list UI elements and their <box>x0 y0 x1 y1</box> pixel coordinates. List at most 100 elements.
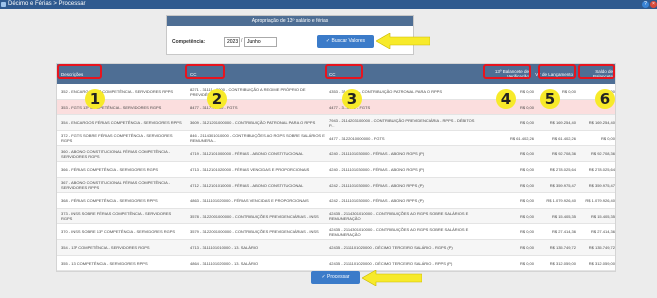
cell-descricao: 368 - FÉRIAS COMPETÊNCIA - SERVIDORES RP… <box>61 198 158 204</box>
cell-valor-lancamento: R$ 61.402,26 <box>551 135 576 141</box>
highlight-cc-credito <box>325 64 363 79</box>
cell-cc-credito: 4242 - 2111101030000 - FÉRIAS - ABONO RP… <box>329 198 424 204</box>
help-icon[interactable]: ? <box>642 1 649 8</box>
table-row[interactable]: 372 - FGTS SOBRE FÉRIAS COMPETÊNCIA - SE… <box>57 131 615 147</box>
cell-balancete-verificacao: R$ 0,00 <box>519 198 534 204</box>
cell-balancete-verificacao: R$ 0,00 <box>519 120 534 126</box>
cell-descricao: 370 - INSS SOBRE 13º COMPETÊNCIA - SERVI… <box>61 229 176 235</box>
cell-balancete-verificacao: R$ 0,00 <box>519 151 534 157</box>
cell-balancete-verificacao: R$ 0,00 <box>519 213 534 219</box>
table-row[interactable]: 367 - ABONO CONSTITUCIONAL FÉRIAS COMPET… <box>57 177 615 194</box>
cell-cc-credito: 42435 - 2111101020000 - DÉCIMO TERCEIRO … <box>329 244 453 250</box>
cell-valor-lancamento: R$ 27.414,36 <box>551 229 576 235</box>
annotation-arrow-buscar <box>376 33 430 49</box>
month-select[interactable]: Junho <box>244 37 277 47</box>
cell-valor-lancamento: R$ 1.079.926,40 <box>546 198 576 204</box>
apropriacao-table: Descrições CC CC 13º Balancete de Verifi… <box>56 63 616 273</box>
cell-saldo-balancete: R$ 27.414,36 <box>590 229 615 235</box>
table-row[interactable]: 354 - 13º COMPETÊNCIA - SERVIDORES RGPS … <box>57 239 615 256</box>
cell-saldo-balancete: R$ 1.079.926,40 <box>585 198 615 204</box>
cell-cc-credito: 4477 - 3122010000000 - FGTS <box>329 135 385 141</box>
cell-valor-lancamento: R$ 92.708,36 <box>551 151 576 157</box>
badge-5: 5 <box>540 89 560 109</box>
cell-valor-lancamento: R$ 135.749,72 <box>549 244 576 250</box>
cell-balancete-verificacao: R$ 61.402,26 <box>509 135 534 141</box>
cell-cc-credito: 4242 - 2111101030000 - FÉRIAS - ABONO RP… <box>329 182 424 188</box>
cell-saldo-balancete: R$ 135.749,72 <box>588 244 615 250</box>
table-row-selected[interactable]: 353 - FGTS 13º COMPETÊNCIA - SERVIDORES … <box>57 99 615 116</box>
window-title: Décimo e Férias > Processar <box>8 1 86 7</box>
table-row[interactable]: 355 - 13 COMPETÊNCIA - SERVIDORES RPPS 4… <box>57 256 615 272</box>
cell-descricao: 354 - ENCARGOS FÉRIAS COMPETÊNCIA - SERV… <box>61 120 182 126</box>
cell-balancete-verificacao: R$ 0,00 <box>519 229 534 235</box>
cell-cc-debito: 4864 - 3111101020000 - 13. SALÁRIO <box>190 260 259 266</box>
cell-balancete-verificacao: R$ 0,00 <box>519 260 534 266</box>
cell-cc-debito: 4712 - 3112101010000 - FÉRIAS - ABONO CO… <box>190 182 304 188</box>
highlight-descricoes <box>57 64 102 79</box>
cell-saldo-balancete: R$ 312.059,00 <box>588 260 615 266</box>
annotation-arrow-processar <box>362 270 422 286</box>
cell-cc-debito: 4713 - 3112101020000 - FÉRIAS VENCIDAS E… <box>190 166 310 172</box>
cell-descricao: 367 - ABONO CONSTITUCIONAL FÉRIAS COMPET… <box>61 180 170 191</box>
table-row[interactable]: 368 - FÉRIAS COMPETÊNCIA - SERVIDORES RP… <box>57 193 615 209</box>
table-row[interactable]: 370 - INSS SOBRE 13º COMPETÊNCIA - SERVI… <box>57 224 615 240</box>
close-icon[interactable]: × <box>650 1 657 8</box>
cell-saldo-balancete: R$ 359.975,47 <box>588 182 615 188</box>
table-row[interactable]: 373 - INSS SOBRE FÉRIAS COMPETÊNCIA - SE… <box>57 208 615 225</box>
badge-4: 4 <box>496 89 516 109</box>
date-separator: / <box>241 38 243 44</box>
buscar-valores-label: Buscar Valores <box>331 38 366 44</box>
cell-balancete-verificacao: R$ 0,00 <box>519 166 534 172</box>
badge-1: 1 <box>85 89 105 109</box>
cell-valor-lancamento: R$ 15.405,35 <box>551 213 576 219</box>
cell-saldo-balancete: R$ 0,00 <box>600 135 615 141</box>
highlight-saldo-balancete <box>578 64 615 79</box>
cell-valor-lancamento: R$ 278.025,64 <box>549 166 576 172</box>
panel-title: Apropriação de 13º salário e férias <box>167 16 413 26</box>
cell-descricao: 366 - FÉRIAS COMPETÊNCIA - SERVIDORES RG… <box>61 166 159 172</box>
cell-descricao: 360 - ABONO CONSTITUCIONAL FÉRIAS COMPET… <box>61 148 170 159</box>
processar-button[interactable]: ✓ Processar <box>311 271 360 284</box>
table-row[interactable]: 354 - ENCARGOS FÉRIAS COMPETÊNCIA - SERV… <box>57 115 615 131</box>
cell-cc-debito: 3609 - 3121201000000 - CONTRIBUIÇÃO PATR… <box>190 120 316 126</box>
cell-saldo-balancete: R$ 15.405,35 <box>590 213 615 219</box>
competencia-label: Competência: <box>172 39 206 45</box>
buscar-valores-button[interactable]: ✓ Buscar Valores <box>317 35 374 48</box>
cell-descricao: 353 - FGTS 13º COMPETÊNCIA - SERVIDORES … <box>61 104 162 110</box>
cell-descricao: 352 - ENCARGOS 13º COMPETÊNCIA - SERVIDO… <box>61 89 174 94</box>
badge-2: 2 <box>207 89 227 109</box>
highlight-valor-lancamento <box>538 64 576 79</box>
window-titlebar: Décimo e Férias > Processar ? × <box>0 0 657 9</box>
cell-cc-credito: 42435 - 2114301010000 - CONTRIBUIÇÕES AO… <box>329 211 469 222</box>
table-row[interactable]: 352 - ENCARGOS 13º COMPETÊNCIA - SERVIDO… <box>57 84 615 100</box>
cell-cc-credito: 4240 - 2111101030000 - FÉRIAS - ABONO RG… <box>329 151 425 157</box>
highlight-balancete-verificacao <box>483 64 531 79</box>
badge-3: 3 <box>342 89 362 109</box>
processar-label: Processar <box>327 274 350 280</box>
cell-cc-debito: 4863 - 3111101020000 - FÉRIAS VENCIDAS E… <box>190 198 309 204</box>
cell-cc-credito: 7943 - 2114203100000 - CONTRIBUIÇÃO PREV… <box>329 117 475 128</box>
app-icon <box>1 2 6 7</box>
cell-descricao: 355 - 13 COMPETÊNCIA - SERVIDORES RPPS <box>61 260 148 266</box>
cell-cc-debito: 4713 - 3111101010000 - 13. SALÁRIO <box>190 244 259 250</box>
cell-cc-credito: 42435 - 2114301010000 - CONTRIBUIÇÕES AO… <box>329 226 469 237</box>
check-icon: ✓ <box>325 38 331 44</box>
cell-cc-credito: 42435 - 2111101020000 - DÉCIMO TERCEIRO … <box>329 260 453 266</box>
highlight-cc-debito <box>185 64 225 79</box>
check-icon: ✓ <box>321 274 326 280</box>
cell-cc-debito: 3578 - 3122001000000 - CONTRIBUIÇÕES PRE… <box>190 213 319 219</box>
table-row[interactable]: 360 - ABONO CONSTITUCIONAL FÉRIAS COMPET… <box>57 146 615 162</box>
table-row[interactable]: 366 - FÉRIAS COMPETÊNCIA - SERVIDORES RG… <box>57 162 615 178</box>
cell-balancete-verificacao: R$ 0,00 <box>519 182 534 188</box>
year-input[interactable]: 2023 <box>224 37 240 47</box>
cell-saldo-balancete: R$ 92.708,36 <box>590 151 615 157</box>
cell-valor-lancamento: R$ 169.254,40 <box>549 120 576 126</box>
cell-valor-lancamento: R$ 312.059,00 <box>549 260 576 266</box>
cell-saldo-balancete: R$ 169.254,40 <box>588 120 615 126</box>
cell-descricao: 354 - 13º COMPETÊNCIA - SERVIDORES RGPS <box>61 244 150 250</box>
cell-descricao: 372 - FGTS SOBRE FÉRIAS COMPETÊNCIA - SE… <box>61 133 173 144</box>
cell-balancete-verificacao: R$ 0,00 <box>519 244 534 250</box>
cell-cc-debito: 3579 - 3122001000000 - CONTRIBUIÇÕES PRE… <box>190 229 319 235</box>
cell-cc-credito: 4240 - 2111101030000 - FÉRIAS - ABONO RG… <box>329 166 425 172</box>
cell-saldo-balancete: R$ 278.025,64 <box>588 166 615 172</box>
